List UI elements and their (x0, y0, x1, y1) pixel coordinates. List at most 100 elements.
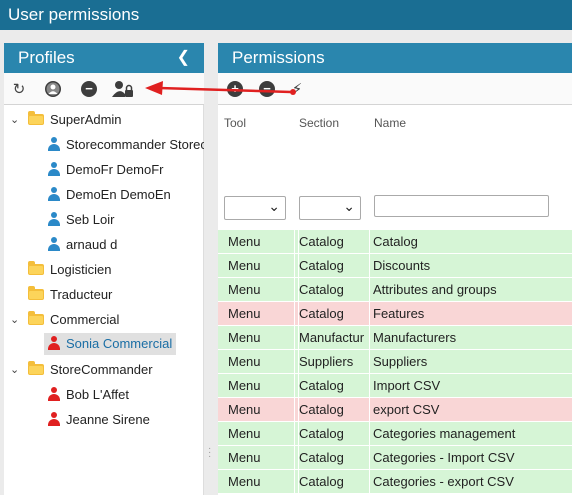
column-divider (294, 302, 295, 326)
column-header-tool[interactable]: Tool (224, 116, 246, 130)
section-cell: Catalog (298, 302, 370, 326)
folder-superadmin[interactable]: ⌄ SuperAdmin (4, 109, 204, 131)
name-cell: Features (373, 306, 425, 321)
remove-icon[interactable]: − (80, 80, 98, 98)
name-cell: Categories management (373, 426, 516, 441)
table-row[interactable]: Menu Suppliers Suppliers (218, 350, 572, 374)
section-cell: Manufactur (298, 326, 370, 350)
user-arnaud-d[interactable]: arnaud d (48, 234, 117, 256)
name-cell: Discounts (373, 258, 431, 273)
user-demofr[interactable]: DemoFr DemoFr (48, 159, 164, 181)
profiles-panel: Profiles ❮ ↻ − ⌄ SuperAdmin Storecommand… (4, 43, 204, 495)
tool-cell: Menu (228, 234, 261, 249)
tool-cell: Menu (228, 330, 261, 345)
column-divider (369, 470, 370, 494)
table-row[interactable]: Menu Catalog Features (218, 302, 572, 326)
tool-cell: Menu (228, 282, 261, 297)
column-divider (369, 374, 370, 398)
section-cell: Catalog (298, 398, 370, 422)
section-cell: Catalog (298, 422, 370, 446)
section-cell: Catalog (298, 374, 370, 398)
folder-storecommander[interactable]: ⌄ StoreCommander (4, 359, 204, 381)
column-divider (369, 326, 370, 350)
column-divider (369, 230, 370, 254)
table-row[interactable]: Menu Catalog Import CSV (218, 374, 572, 398)
name-cell: export CSV (373, 402, 440, 417)
user-icon (48, 336, 60, 350)
section-filter-select[interactable] (299, 196, 361, 220)
name-cell: Suppliers (373, 354, 428, 369)
user-icon (48, 187, 60, 201)
table-row[interactable]: Menu Manufactur Manufacturers (218, 326, 572, 350)
chevron-down-icon[interactable]: ⌄ (10, 109, 19, 131)
name-filter-input[interactable] (374, 195, 549, 217)
chevron-left-icon[interactable]: ❮ (177, 43, 190, 73)
user-seb-loir[interactable]: Seb Loir (48, 209, 114, 231)
chevron-down-icon[interactable]: ⌄ (10, 309, 19, 331)
column-divider (294, 374, 295, 398)
table-row[interactable]: Menu Catalog export CSV (218, 398, 572, 422)
user-icon (48, 412, 60, 426)
user-lock-icon[interactable] (112, 80, 134, 98)
user-icon (48, 237, 60, 251)
column-divider (294, 350, 295, 374)
chevron-down-icon[interactable]: ⌄ (10, 359, 19, 381)
folder-logisticien[interactable]: Logisticien (28, 259, 111, 281)
name-cell: Manufacturers (373, 330, 457, 345)
column-divider (294, 446, 295, 470)
user-sonia-commercial[interactable]: Sonia Commercial (44, 333, 177, 355)
tool-cell: Menu (228, 450, 261, 465)
user-icon (48, 387, 60, 401)
column-divider (369, 302, 370, 326)
column-divider (369, 278, 370, 302)
table-row[interactable]: Menu Catalog Discounts (218, 254, 572, 278)
user-icon (48, 137, 60, 151)
resize-handle[interactable]: · · · (208, 444, 211, 462)
window-title: User permissions (0, 0, 572, 30)
section-cell: Catalog (298, 470, 370, 494)
add-profile-icon[interactable] (44, 80, 62, 98)
section-cell: Catalog (298, 446, 370, 470)
table-row[interactable]: Menu Catalog Categories - Import CSV (218, 446, 572, 470)
user-icon (48, 212, 60, 226)
column-divider (369, 446, 370, 470)
tool-filter-select[interactable] (224, 196, 286, 220)
folder-icon (28, 361, 44, 375)
profiles-header: Profiles ❮ (4, 43, 204, 73)
section-cell: Suppliers (298, 350, 370, 374)
folder-traducteur[interactable]: Traducteur (28, 284, 112, 306)
tool-cell: Menu (228, 354, 261, 369)
table-row[interactable]: Menu Catalog Categories - export CSV (218, 470, 572, 494)
tool-cell: Menu (228, 306, 261, 321)
table-row[interactable]: Menu Catalog Attributes and groups (218, 278, 572, 302)
column-divider (369, 398, 370, 422)
column-divider (294, 422, 295, 446)
name-cell: Catalog (373, 234, 418, 249)
folder-commercial[interactable]: ⌄ Commercial (4, 309, 204, 331)
column-divider (294, 398, 295, 422)
tool-cell: Menu (228, 402, 261, 417)
tool-cell: Menu (228, 378, 261, 393)
user-jeanne-sirene[interactable]: Jeanne Sirene (48, 409, 150, 431)
section-cell: Catalog (298, 278, 370, 302)
tool-cell: Menu (228, 426, 261, 441)
user-demoen[interactable]: DemoEn DemoEn (48, 184, 171, 206)
name-cell: Import CSV (373, 378, 441, 393)
user-storecommander[interactable]: Storecommander Storecommander (48, 134, 204, 156)
permissions-grid: Menu Catalog Catalog Menu Catalog Discounts Me… (218, 230, 572, 494)
profiles-tree: ⌄ SuperAdmin Storecommander Storecommand… (4, 105, 204, 495)
column-divider (294, 326, 295, 350)
column-divider (294, 470, 295, 494)
table-row[interactable]: Menu Catalog Catalog (218, 230, 572, 254)
column-header-section[interactable]: Section (299, 116, 339, 130)
permissions-title: Permissions (232, 48, 325, 67)
column-header-name[interactable]: Name (374, 116, 406, 130)
name-cell: Attributes and groups (373, 282, 497, 297)
permissions-header: Permissions (218, 43, 572, 73)
user-icon (48, 162, 60, 176)
section-cell: Catalog (298, 254, 370, 278)
table-row[interactable]: Menu Catalog Categories management (218, 422, 572, 446)
column-divider (294, 254, 295, 278)
refresh-icon[interactable]: ↻ (10, 80, 28, 98)
user-bob-laffet[interactable]: Bob L'Affet (48, 384, 129, 406)
